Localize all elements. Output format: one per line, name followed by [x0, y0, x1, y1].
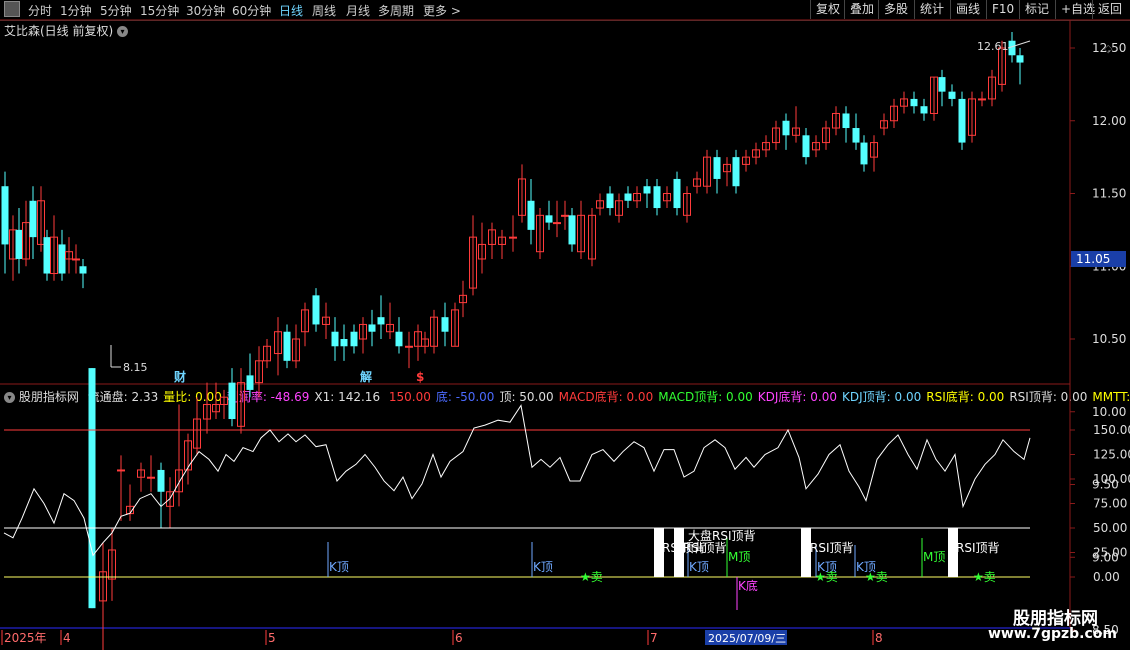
candle-body	[331, 331, 339, 347]
candle-body	[673, 178, 681, 209]
signal-label: K顶	[533, 560, 553, 574]
candle-body	[117, 469, 125, 472]
event-marker: $	[416, 370, 424, 384]
indicator-tick-label: 125.00	[1093, 448, 1130, 462]
sell-signal: ★卖	[973, 570, 996, 584]
signal-label: K顶	[329, 560, 349, 574]
candle-body	[545, 215, 553, 223]
candle-body	[568, 215, 576, 245]
date-label: 6	[455, 631, 463, 645]
candle-body	[509, 236, 517, 239]
candle-body	[1016, 55, 1024, 63]
signal-label: M顶	[728, 550, 750, 564]
date-label: 2025年	[4, 631, 47, 645]
candle-body	[340, 339, 348, 347]
low-price-label: 8.15	[123, 361, 148, 374]
signal-label: K顶	[689, 560, 709, 574]
date-label: 4	[63, 631, 71, 645]
candle-body	[312, 295, 320, 325]
candle-body	[842, 113, 850, 129]
candle-body	[228, 382, 236, 420]
sell-signal: ★卖	[815, 570, 838, 584]
candle-body	[88, 368, 96, 609]
indicator-tick-label: 0.00	[1093, 570, 1120, 584]
candle-body	[643, 186, 651, 194]
candle-body	[58, 244, 66, 274]
watermark-url: www.7gpzb.com	[988, 626, 1118, 642]
rsi-label: RSI顶背	[810, 541, 854, 555]
candle-body	[79, 266, 87, 274]
candle-body	[377, 317, 385, 325]
candle-body	[910, 98, 918, 107]
rsi-label: RSI顶背	[956, 541, 1000, 555]
date-label: 5	[268, 631, 276, 645]
candle-body	[653, 186, 661, 209]
price-tick-label: 10.50	[1092, 332, 1126, 346]
price-tick-label: 12.00	[1092, 114, 1126, 128]
date-label: 7	[650, 631, 658, 645]
candle-body	[15, 229, 23, 259]
sell-signal: ★卖	[865, 570, 888, 584]
candle-body	[527, 200, 535, 230]
signal-label: K底	[738, 578, 758, 593]
indicator-tick-label: 50.00	[1093, 521, 1127, 535]
candle-body	[624, 193, 632, 201]
date-label: 8	[875, 631, 883, 645]
event-marker: 财	[173, 369, 186, 384]
chart-canvas: 12.5012.0011.5011.0010.5010.009.509.008.…	[0, 19, 1130, 650]
candle-body	[732, 157, 740, 187]
signal-label: M顶	[923, 550, 945, 564]
scroll-icon: ◇	[1104, 42, 1113, 55]
candle-body	[860, 142, 868, 165]
candle-body	[157, 469, 165, 492]
indicator-tick-label: 25.00	[1093, 546, 1127, 560]
candle-body	[147, 476, 155, 479]
event-marker: 解	[360, 369, 372, 384]
indicator-tick-label: 75.00	[1093, 497, 1127, 511]
candle-body	[802, 135, 810, 158]
candle-body	[1, 186, 9, 245]
sell-signal: ★卖	[580, 570, 603, 584]
candle-body	[606, 193, 614, 209]
candle-body	[852, 128, 860, 143]
candle-body	[246, 375, 254, 390]
candle-body	[561, 214, 569, 217]
candle-body	[72, 258, 80, 261]
price-tick-label: 10.00	[1092, 405, 1126, 419]
candle-body	[368, 324, 376, 332]
candle-body	[978, 98, 986, 101]
high-price-label: 12.61	[977, 40, 1009, 53]
candle-body	[405, 345, 413, 348]
candle-body	[958, 98, 966, 143]
rsi-label: RSI顶背	[683, 541, 727, 555]
candle-body	[29, 200, 37, 238]
price-tick-label: 11.50	[1092, 187, 1126, 201]
candle-body	[948, 91, 956, 99]
candle-body	[920, 106, 928, 114]
current-price-label: 11.05	[1076, 252, 1110, 266]
indicator-tick-label: 150.00	[1093, 423, 1130, 437]
candle-body	[350, 331, 358, 347]
candle-body	[395, 331, 403, 347]
candle-body	[283, 331, 291, 361]
indicator-tick-label: 100.00	[1093, 472, 1130, 486]
candle-body	[713, 157, 721, 179]
selected-date-label: 2025/07/09/三	[708, 632, 786, 645]
candle-body	[441, 317, 449, 332]
candle-body	[782, 120, 790, 136]
candle-body	[938, 77, 946, 92]
candle-body	[553, 222, 561, 225]
candle-body	[43, 237, 51, 274]
